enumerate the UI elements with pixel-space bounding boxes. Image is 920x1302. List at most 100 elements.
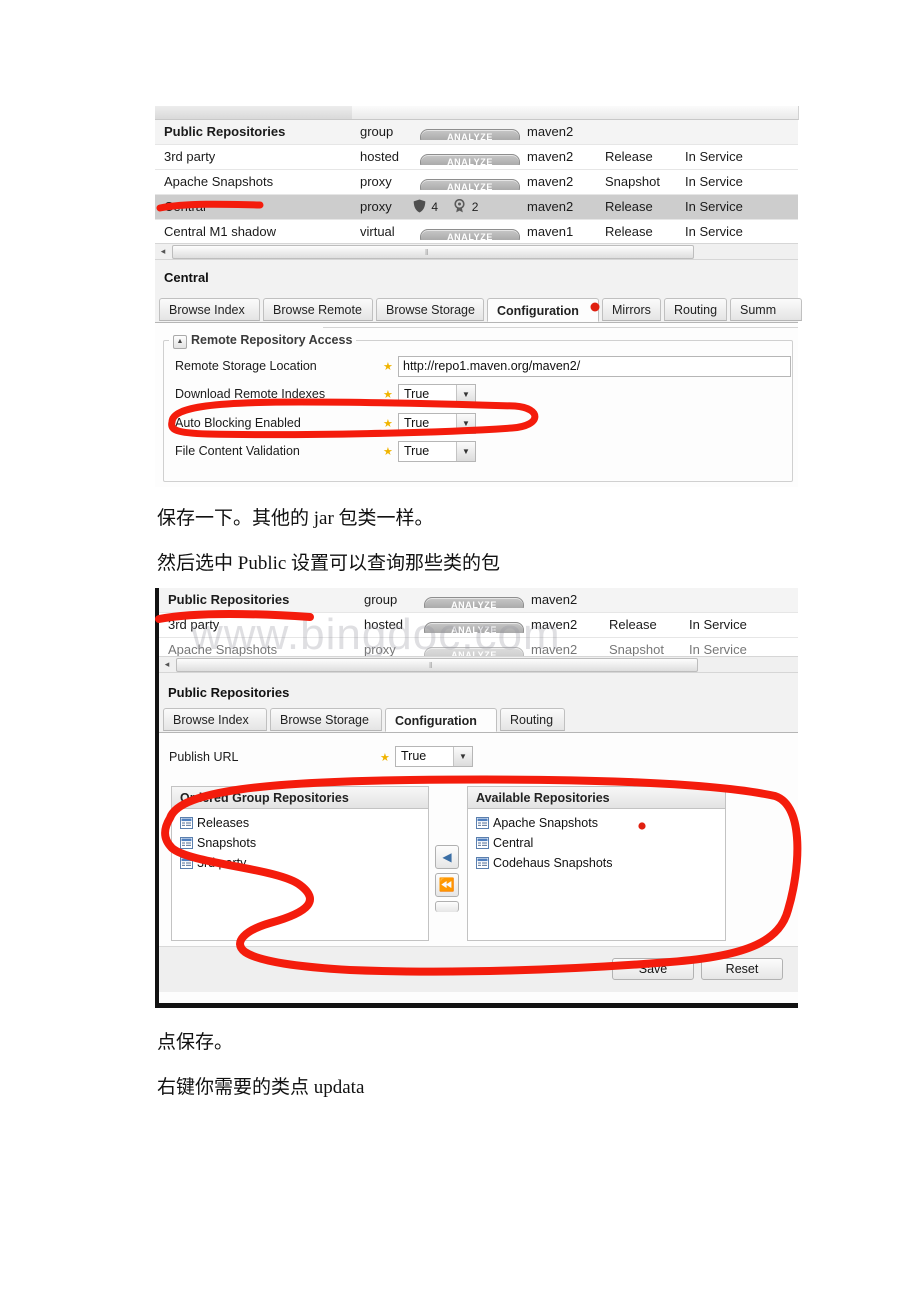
remote-storage-location-input[interactable]: http://repo1.maven.org/maven2/ <box>398 356 791 377</box>
column-header-repository[interactable] <box>155 106 353 120</box>
cell-policy: Release <box>605 199 653 214</box>
repository-icon <box>180 835 193 849</box>
analyze-button[interactable]: ANALYZE <box>420 174 520 190</box>
configuration-panel: ▲ Remote Repository Access Remote Storage… <box>155 323 798 487</box>
list-item[interactable]: Codehaus Snapshots <box>468 853 725 873</box>
combo-value: True <box>404 416 430 430</box>
field-label-auto-blocking-enabled: Auto Blocking Enabled <box>175 416 301 430</box>
cell-status: In Service <box>689 617 747 632</box>
column-header-status[interactable] <box>680 106 799 120</box>
cell-policy: Snapshot <box>605 174 660 189</box>
column-header-type[interactable] <box>352 106 411 120</box>
save-button[interactable]: Save <box>612 958 694 980</box>
repository-icon <box>180 815 193 829</box>
scrollbar-grip-icon: ‖ <box>425 248 430 257</box>
cell-format: maven2 <box>531 592 578 607</box>
scrollbar-thumb[interactable] <box>172 245 694 259</box>
table-row[interactable]: 3rd party hosted ANALYZE maven2 Release … <box>155 145 798 170</box>
arrow-left-icon: ◀ <box>442 850 452 864</box>
tab-browse-index[interactable]: Browse Index <box>159 298 260 321</box>
field-label-download-remote-indexes: Download Remote Indexes <box>175 387 326 401</box>
column-header-policy[interactable] <box>598 106 681 120</box>
required-star-icon: ★ <box>383 361 393 373</box>
move-left-button[interactable]: ◀ <box>435 845 459 869</box>
list-item[interactable]: Snapshots <box>172 833 428 853</box>
field-label-file-content-validation: File Content Validation <box>175 444 300 458</box>
tab-routing-2[interactable]: Routing <box>500 708 565 731</box>
cell-policy: Release <box>605 149 653 164</box>
move-all-left-button[interactable]: ⏪ <box>435 873 459 897</box>
paragraph-click-save: 点保存。 <box>157 1032 234 1053</box>
repository-icon <box>180 855 193 869</box>
table-row-selected[interactable]: Central proxy 4 2 maven2 Release In Serv… <box>155 195 798 220</box>
list-item[interactable]: Apache Snapshots <box>468 813 725 833</box>
screenshot-public-repositories-config: Public Repositories group ANALYZE maven2… <box>155 588 798 1008</box>
reset-button[interactable]: Reset <box>701 958 783 980</box>
paragraph-right-click-update: 右键你需要的类点 updata <box>157 1077 365 1098</box>
required-star-icon: ★ <box>383 418 393 430</box>
analyze-button[interactable]: ANALYZE <box>420 149 520 165</box>
chevron-down-icon[interactable]: ▼ <box>456 385 475 404</box>
list-item[interactable]: Releases <box>172 813 428 833</box>
repository-icon <box>476 835 489 849</box>
analyze-button[interactable]: ANALYZE <box>424 592 524 608</box>
cell-format: maven2 <box>527 149 574 164</box>
table-row[interactable]: Public Repositories group ANALYZE maven2 <box>155 120 798 145</box>
tab-configuration-2[interactable]: Configuration <box>385 708 497 732</box>
required-star-icon: ★ <box>383 446 393 458</box>
list-item-label: 3rd party <box>197 856 247 870</box>
list-item-label: Codehaus Snapshots <box>493 856 613 870</box>
cell-status: In Service <box>685 224 743 239</box>
cell-type: virtual <box>360 224 395 239</box>
ordered-group-repositories-title: Ordered Group Repositories <box>172 787 428 809</box>
cell-policy: Release <box>605 224 653 239</box>
table-row[interactable]: Apache Snapshots proxy ANALYZE maven2 Sn… <box>155 170 798 195</box>
detail-tabs: Browse Index Browse Remote Browse Storag… <box>159 298 802 323</box>
scrollbar-grip-icon: ‖ <box>429 661 434 670</box>
scroll-left-icon[interactable]: ◂ <box>157 245 169 257</box>
grid-horizontal-scrollbar-2[interactable]: ◂ ‖ <box>159 656 798 673</box>
move-right-button-partial[interactable] <box>435 901 459 912</box>
analyze-button[interactable]: ANALYZE <box>420 224 520 240</box>
health-badges[interactable]: 4 2 <box>413 195 478 219</box>
tab-mirrors[interactable]: Mirrors <box>602 298 661 321</box>
table-row[interactable]: Central M1 shadow virtual ANALYZE maven1… <box>155 220 798 243</box>
tab-browse-remote[interactable]: Browse Remote <box>263 298 373 321</box>
download-remote-indexes-select[interactable]: True ▼ <box>398 384 476 405</box>
column-header-format[interactable] <box>519 106 599 120</box>
tab-browse-storage-2[interactable]: Browse Storage <box>270 708 382 731</box>
available-repositories-list[interactable]: Available Repositories Apache Snapshots … <box>467 786 726 941</box>
tab-configuration[interactable]: Configuration <box>487 298 599 322</box>
collapse-toggle-icon[interactable]: ▲ <box>173 335 187 349</box>
list-item-label: Snapshots <box>197 836 257 850</box>
repository-icon <box>476 815 489 829</box>
repository-icon <box>476 855 489 869</box>
cell-status: In Service <box>685 174 743 189</box>
cell-type: group <box>364 592 398 607</box>
cell-status: In Service <box>685 149 743 164</box>
chevron-down-icon[interactable]: ▼ <box>456 442 475 461</box>
ordered-group-repositories-list[interactable]: Ordered Group Repositories Releases Snap… <box>171 786 429 941</box>
publish-url-select[interactable]: True ▼ <box>395 746 473 767</box>
cell-repository-name: Public Repositories <box>168 592 290 607</box>
field-label-publish-url: Publish URL <box>169 750 239 764</box>
combo-value: True <box>401 749 427 763</box>
grid-horizontal-scrollbar[interactable]: ◂ ‖ <box>155 243 798 260</box>
shield-count: 4 <box>431 200 439 214</box>
auto-blocking-enabled-select[interactable]: True ▼ <box>398 413 476 434</box>
list-item[interactable]: Central <box>468 833 725 853</box>
tab-browse-storage[interactable]: Browse Storage <box>376 298 484 321</box>
scroll-left-icon[interactable]: ◂ <box>161 658 173 670</box>
scrollbar-thumb[interactable] <box>176 658 698 672</box>
file-content-validation-select[interactable]: True ▼ <box>398 441 476 462</box>
tab-browse-index-2[interactable]: Browse Index <box>163 708 267 731</box>
configuration-panel-2: Publish URL ★ True ▼ Ordered Group Repos… <box>159 733 798 1003</box>
column-header-health[interactable] <box>410 106 520 120</box>
analyze-button[interactable]: ANALYZE <box>420 124 520 140</box>
tab-routing[interactable]: Routing <box>664 298 727 321</box>
cell-repository-name: 3rd party <box>164 149 216 164</box>
chevron-down-icon[interactable]: ▼ <box>453 747 472 766</box>
list-item[interactable]: 3rd party <box>172 853 428 873</box>
chevron-down-icon[interactable]: ▼ <box>456 414 475 433</box>
tab-summary[interactable]: Summ <box>730 298 802 321</box>
